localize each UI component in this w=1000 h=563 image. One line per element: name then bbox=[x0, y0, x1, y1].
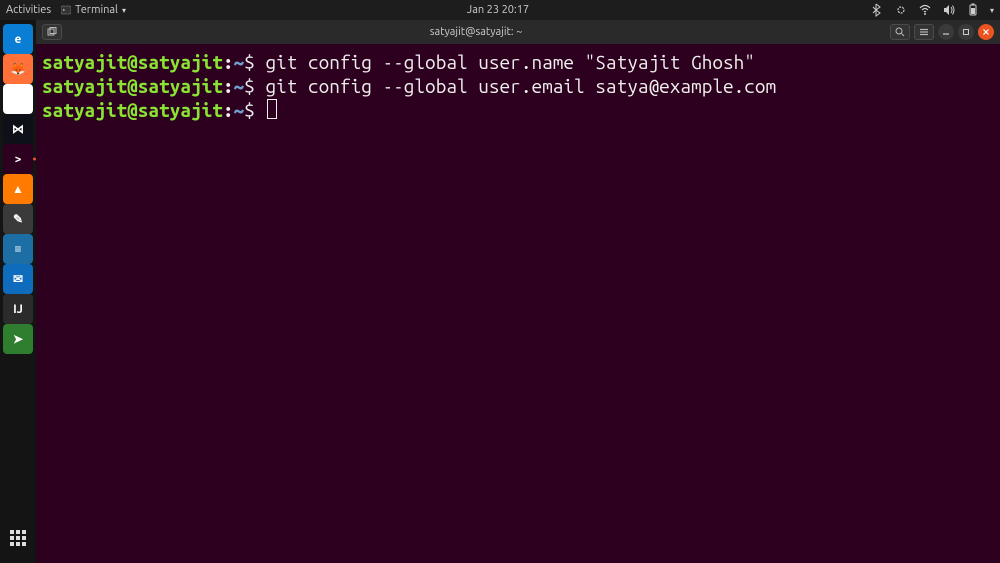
hamburger-menu-button[interactable] bbox=[914, 24, 934, 40]
dock-icon-vscode[interactable]: ⋈ bbox=[3, 114, 33, 144]
apps-grid-icon bbox=[10, 530, 26, 546]
terminal-line: satyajit@satyajit:~$ git config --global… bbox=[42, 50, 994, 74]
command-text: git config --global user.email satya@exa… bbox=[265, 75, 776, 97]
window-title: satyajit@satyajit: ~ bbox=[62, 26, 890, 38]
prompt-separator: : bbox=[223, 51, 234, 73]
window-titlebar: satyajit@satyajit: ~ bbox=[36, 20, 1000, 44]
prompt-path: ~ bbox=[234, 75, 245, 97]
en-input-icon[interactable] bbox=[894, 3, 908, 17]
dock-icon-libreoffice-writer[interactable]: ≡ bbox=[3, 234, 33, 264]
prompt-symbol: $ bbox=[244, 75, 265, 97]
clock[interactable]: Jan 23 20:17 bbox=[126, 4, 870, 16]
system-menu-chevron-icon[interactable]: ▾ bbox=[990, 6, 994, 15]
dock-icon-pycharm[interactable]: ➤ bbox=[3, 324, 33, 354]
dock-icon-vlc[interactable]: ▲ bbox=[3, 174, 33, 204]
prompt-symbol: $ bbox=[244, 51, 265, 73]
dock-icon-chrome[interactable]: ◉ bbox=[3, 84, 33, 114]
prompt-separator: : bbox=[223, 99, 234, 121]
app-menu[interactable]: Terminal ▾ bbox=[61, 4, 126, 16]
minimize-icon bbox=[942, 28, 950, 36]
dock-icon-terminal[interactable]: > bbox=[3, 144, 33, 174]
bluetooth-icon[interactable] bbox=[870, 3, 884, 17]
app-menu-label: Terminal bbox=[75, 4, 118, 16]
new-tab-button[interactable] bbox=[42, 24, 62, 40]
prompt-user: satyajit@satyajit bbox=[42, 51, 223, 73]
search-icon bbox=[895, 27, 905, 37]
command-text: git config --global user.name "Satyajit … bbox=[265, 51, 754, 73]
dock-icon-firefox[interactable]: 🦊 bbox=[3, 54, 33, 84]
dock-icon-text-editor[interactable]: ✎ bbox=[3, 204, 33, 234]
hamburger-icon bbox=[919, 27, 929, 37]
search-button[interactable] bbox=[890, 24, 910, 40]
close-icon bbox=[982, 28, 990, 36]
terminal-window: satyajit@satyajit: ~ satyajit@satyajit:~… bbox=[36, 20, 1000, 563]
prompt-path: ~ bbox=[234, 51, 245, 73]
minimize-button[interactable] bbox=[938, 24, 954, 40]
network-icon[interactable] bbox=[918, 3, 932, 17]
maximize-button[interactable] bbox=[958, 24, 974, 40]
prompt-path: ~ bbox=[234, 99, 245, 121]
prompt-user: satyajit@satyajit bbox=[42, 99, 223, 121]
close-button[interactable] bbox=[978, 24, 994, 40]
terminal-line: satyajit@satyajit:~$ git config --global… bbox=[42, 74, 994, 98]
volume-icon[interactable] bbox=[942, 3, 956, 17]
dock-icon-outlook[interactable]: ✉ bbox=[3, 264, 33, 294]
prompt-symbol: $ bbox=[244, 99, 265, 121]
dock-icon-intellij[interactable]: IJ bbox=[3, 294, 33, 324]
terminal-line: satyajit@satyajit:~$ bbox=[42, 98, 994, 122]
show-applications-button[interactable] bbox=[0, 523, 36, 553]
prompt-separator: : bbox=[223, 75, 234, 97]
new-tab-icon bbox=[47, 27, 57, 37]
maximize-icon bbox=[962, 28, 970, 36]
cursor bbox=[267, 99, 277, 119]
dock: e🦊◉⋈>▲✎≡✉IJ➤ bbox=[0, 20, 36, 563]
battery-icon[interactable] bbox=[966, 3, 980, 17]
dock-icon-edge[interactable]: e bbox=[3, 24, 33, 54]
terminal-icon bbox=[61, 5, 71, 15]
activities-button[interactable]: Activities bbox=[6, 4, 51, 16]
prompt-user: satyajit@satyajit bbox=[42, 75, 223, 97]
terminal-body[interactable]: satyajit@satyajit:~$ git config --global… bbox=[36, 44, 1000, 563]
